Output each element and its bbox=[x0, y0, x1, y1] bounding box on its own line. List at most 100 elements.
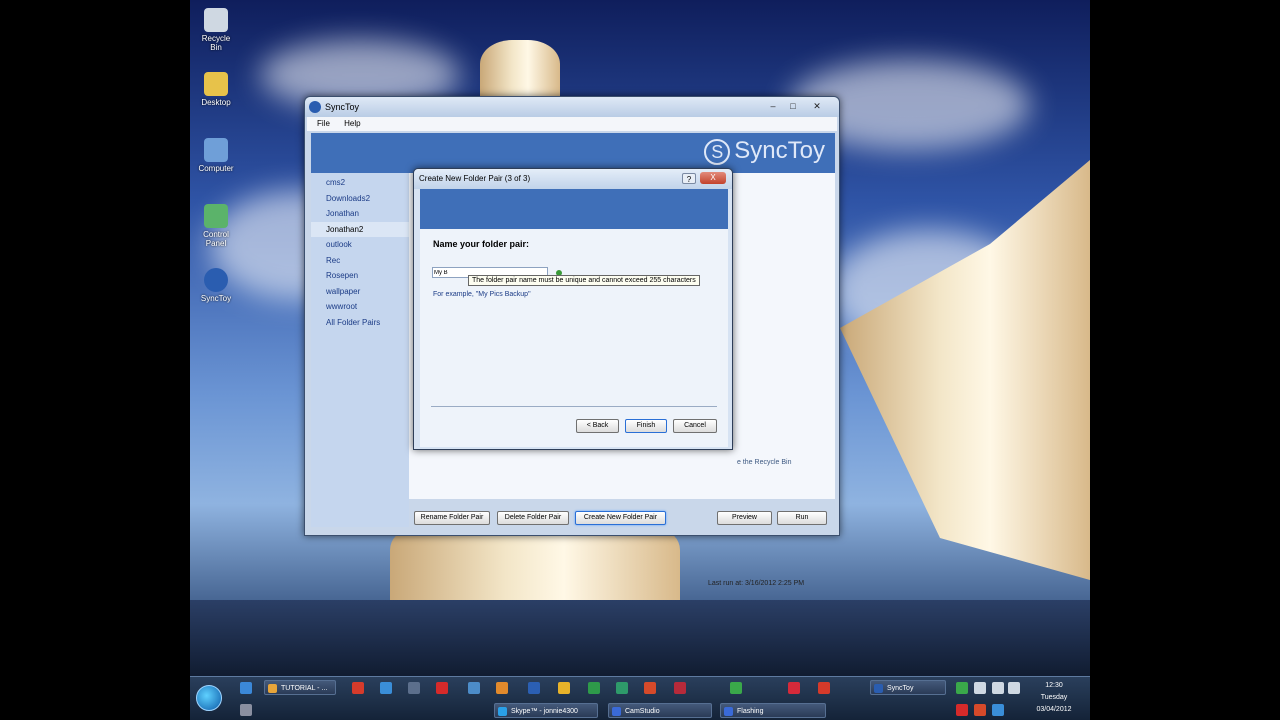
dialog-close-button[interactable]: X bbox=[700, 172, 726, 184]
volume-icon[interactable] bbox=[1008, 682, 1020, 694]
preview-button[interactable]: Preview bbox=[717, 511, 772, 525]
rename-folder-pair-button[interactable]: Rename Folder Pair bbox=[414, 511, 490, 525]
computer-desktop-icon[interactable]: Computer bbox=[198, 138, 234, 173]
sidebar-item-all-folder-pairs[interactable]: All Folder Pairs bbox=[311, 315, 409, 331]
delete-folder-pair-button[interactable]: Delete Folder Pair bbox=[497, 511, 569, 525]
acrobat-icon[interactable] bbox=[674, 682, 686, 694]
flashing-icon bbox=[724, 707, 733, 716]
task-label: SyncToy bbox=[887, 685, 914, 692]
sidebar-item-cms2[interactable]: cms2 bbox=[311, 175, 409, 191]
quicklaunch-icon[interactable] bbox=[240, 704, 252, 716]
excel-icon[interactable] bbox=[588, 682, 600, 694]
task-flashing[interactable]: Flashing bbox=[720, 703, 826, 718]
dialog-title-bar[interactable]: Create New Folder Pair (3 of 3) ? X bbox=[414, 169, 732, 189]
folder-pair-list: cms2 Downloads2 Jonathan Jonathan2 outlo… bbox=[311, 173, 409, 527]
create-folder-pair-dialog: Create New Folder Pair (3 of 3) ? X Name… bbox=[413, 168, 733, 450]
desktop-icon-label: Computer bbox=[198, 164, 234, 173]
menu-bar: File Help bbox=[307, 117, 837, 131]
synctoy-banner: S SyncToy bbox=[311, 133, 835, 173]
cancel-button[interactable]: Cancel bbox=[673, 419, 717, 433]
computer-icon bbox=[204, 138, 228, 162]
tray-icon[interactable] bbox=[992, 704, 1004, 716]
create-new-folder-pair-button[interactable]: Create New Folder Pair bbox=[575, 511, 666, 525]
example-text: For example, "My Pics Backup" bbox=[433, 291, 531, 298]
synctoy-app-icon bbox=[309, 101, 321, 113]
camstudio-icon bbox=[612, 707, 621, 716]
dialog-header-band bbox=[420, 189, 728, 229]
dialog-body: Name your folder pair: For example, "My … bbox=[420, 229, 728, 447]
finish-button[interactable]: Finish bbox=[625, 419, 667, 433]
tray-icon[interactable] bbox=[974, 682, 986, 694]
synctoy-logo-icon: S bbox=[704, 138, 731, 165]
task-camstudio[interactable]: CamStudio bbox=[608, 703, 712, 718]
sidebar-item-wallpaper[interactable]: wallpaper bbox=[311, 284, 409, 300]
dialog-separator bbox=[431, 406, 717, 407]
app-icon[interactable] bbox=[730, 682, 742, 694]
desktop-icon-label: Desktop bbox=[201, 98, 231, 107]
word-icon[interactable] bbox=[528, 682, 540, 694]
task-skype[interactable]: Skype™ - jonnie4300 bbox=[494, 703, 598, 718]
app-icon[interactable] bbox=[468, 682, 480, 694]
desktop-icon-label: Control Panel bbox=[203, 230, 229, 248]
menu-help[interactable]: Help bbox=[344, 119, 360, 128]
maximize-button[interactable]: □ bbox=[785, 100, 801, 112]
recycle-bin-desktop-icon[interactable]: Recycle Bin bbox=[198, 8, 234, 52]
start-button[interactable] bbox=[196, 685, 222, 711]
sidebar-item-jonathan2[interactable]: Jonathan2 bbox=[311, 221, 409, 237]
sidebar-item-rosepen[interactable]: Rosepen bbox=[311, 268, 409, 284]
clock-time: 12:30 bbox=[1045, 682, 1063, 689]
control-panel-icon bbox=[204, 204, 228, 228]
synctoy-desktop-icon[interactable]: SyncToy bbox=[198, 268, 234, 303]
app-icon[interactable] bbox=[496, 682, 508, 694]
task-tutorial[interactable]: TUTORIAL - ... bbox=[264, 680, 336, 695]
tray-icon[interactable] bbox=[956, 682, 968, 694]
task-synctoy[interactable]: SyncToy bbox=[870, 680, 946, 695]
dialog-heading: Name your folder pair: bbox=[433, 239, 530, 249]
sidebar-item-rec[interactable]: Rec bbox=[311, 253, 409, 269]
task-label: CamStudio bbox=[625, 708, 660, 715]
quicklaunch-icon[interactable] bbox=[240, 682, 252, 694]
tray-icon[interactable] bbox=[956, 704, 968, 716]
desktop-icon-label: SyncToy bbox=[200, 294, 232, 303]
back-button[interactable]: < Back bbox=[576, 419, 619, 433]
app-icon[interactable] bbox=[352, 682, 364, 694]
menu-file[interactable]: File bbox=[317, 119, 330, 128]
tray-icon[interactable] bbox=[974, 704, 986, 716]
desktop-icon-label: Recycle Bin bbox=[201, 34, 231, 52]
folder-icon bbox=[204, 72, 228, 96]
close-button[interactable]: ✕ bbox=[809, 100, 825, 112]
chrome-icon bbox=[268, 684, 277, 693]
powerpoint-icon[interactable] bbox=[644, 682, 656, 694]
synctoy-icon bbox=[204, 268, 228, 292]
control-panel-desktop-icon[interactable]: Control Panel bbox=[198, 204, 234, 248]
sidebar-item-jonathan[interactable]: Jonathan bbox=[311, 206, 409, 222]
system-clock[interactable]: 12:30 Tuesday 03/04/2012 bbox=[1022, 680, 1086, 716]
sidebar-item-wwwroot[interactable]: wwwroot bbox=[311, 299, 409, 315]
app-icon[interactable] bbox=[818, 682, 830, 694]
app-icon[interactable] bbox=[436, 682, 448, 694]
minimize-button[interactable]: – bbox=[765, 100, 781, 112]
logo-text: SyncToy bbox=[734, 137, 825, 164]
clock-date: 03/04/2012 bbox=[1036, 706, 1072, 713]
app-icon[interactable] bbox=[788, 682, 800, 694]
desktop-folder-desktop-icon[interactable]: Desktop bbox=[198, 72, 234, 107]
app-icon[interactable] bbox=[616, 682, 628, 694]
app-icon[interactable] bbox=[408, 682, 420, 694]
ie-icon[interactable] bbox=[380, 682, 392, 694]
help-button[interactable]: ? bbox=[682, 173, 696, 184]
clock-day: Tuesday bbox=[1040, 694, 1068, 701]
app-icon[interactable] bbox=[558, 682, 570, 694]
run-button[interactable]: Run bbox=[777, 511, 827, 525]
name-requirements-tooltip: The folder pair name must be unique and … bbox=[468, 275, 700, 286]
synctoy-task-icon bbox=[874, 684, 883, 693]
network-icon[interactable] bbox=[992, 682, 1004, 694]
taskbar: TUTORIAL - ... SyncToy Skype™ - jonnie43… bbox=[190, 676, 1090, 720]
last-run-text: Last run at: 3/16/2012 2:25 PM bbox=[708, 580, 805, 587]
dialog-title: Create New Folder Pair (3 of 3) bbox=[419, 174, 531, 183]
task-label: Skype™ - jonnie4300 bbox=[511, 708, 578, 715]
synctoy-title-bar[interactable]: SyncToy – □ ✕ bbox=[305, 97, 839, 117]
sidebar-item-outlook[interactable]: outlook bbox=[311, 237, 409, 253]
sidebar-item-downloads2[interactable]: Downloads2 bbox=[311, 191, 409, 207]
task-label: Flashing bbox=[737, 708, 764, 715]
recycle-bin-icon bbox=[204, 8, 228, 32]
